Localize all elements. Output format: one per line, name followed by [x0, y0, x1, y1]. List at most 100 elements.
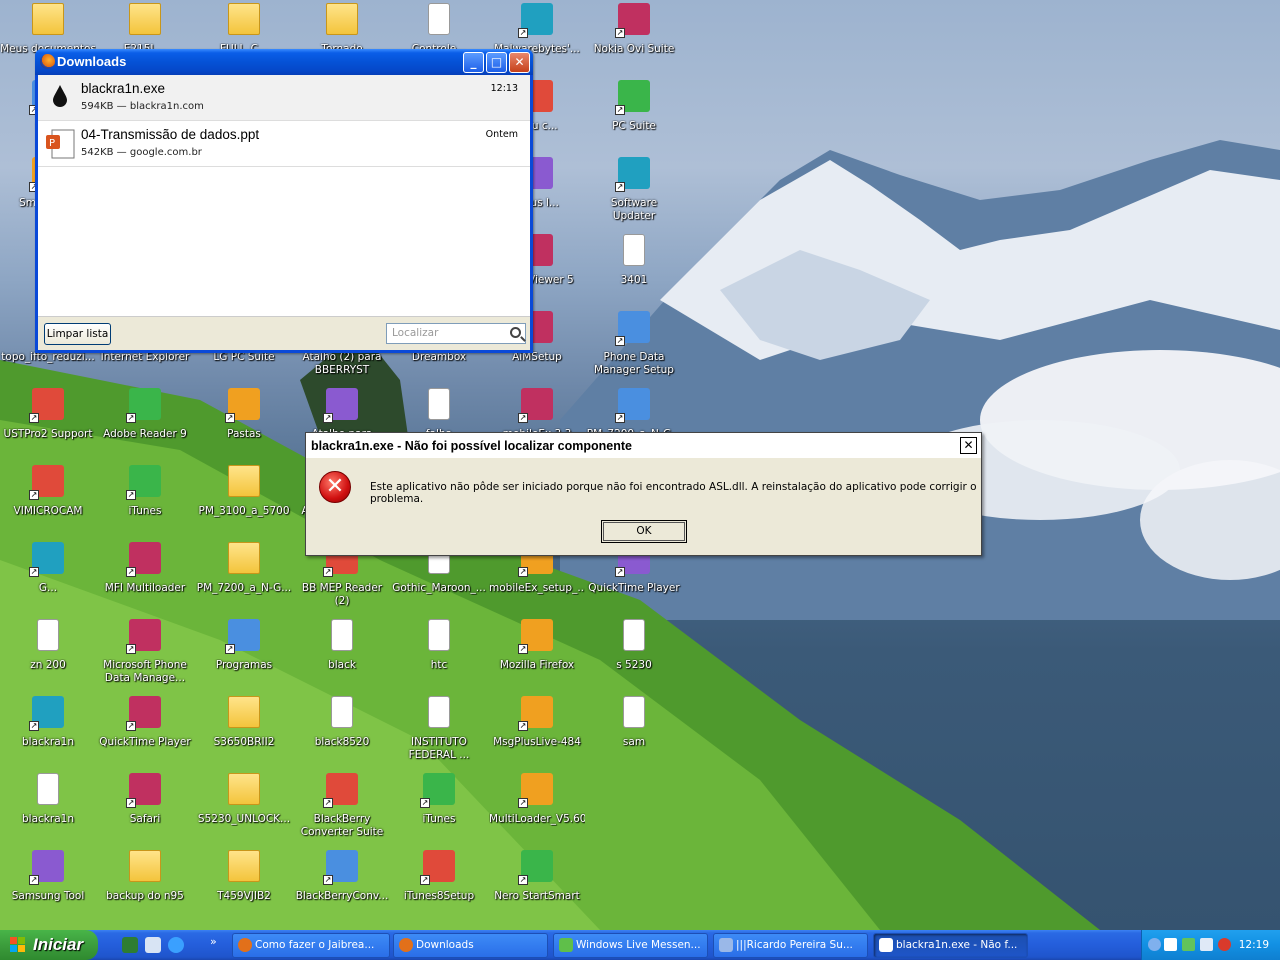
quicklaunch-messenger-icon[interactable]	[145, 937, 161, 953]
desktop-icon[interactable]: 3401	[586, 231, 682, 305]
ok-button[interactable]: OK	[601, 520, 687, 543]
document-icon	[428, 3, 450, 35]
tray-antivirus-icon[interactable]	[1218, 938, 1231, 951]
desktop-icon[interactable]: black8520	[294, 693, 390, 767]
desktop-icon[interactable]: ↗ Phone Data Manager Setup	[586, 308, 682, 382]
download-item[interactable]: P 04-Transmissão de dados.ppt 542KB — go…	[38, 121, 530, 167]
desktop-icon-label: black	[328, 659, 356, 671]
desktop-icon[interactable]: ↗ Programas	[196, 616, 292, 690]
download-name: 04-Transmissão de dados.ppt	[81, 127, 260, 142]
desktop-icon[interactable]: S3650BRII2	[196, 693, 292, 767]
error-dialog-titlebar[interactable]: blackra1n.exe - Não foi possível localiz…	[306, 433, 981, 459]
document-icon	[37, 773, 59, 805]
document-icon	[331, 696, 353, 728]
desktop-icon[interactable]: S5230_UNLOCK...	[196, 770, 292, 844]
desktop-icon[interactable]: ↗ iTunes8Setup	[391, 847, 487, 921]
tray-messenger-icon[interactable]	[1200, 938, 1213, 951]
desktop-icon[interactable]: ↗ MultiLoader_V5.60	[489, 770, 585, 844]
desktop-icon[interactable]: ↗ BlackBerryConv...	[294, 847, 390, 921]
task-button[interactable]: Windows Live Messen...	[553, 933, 708, 958]
desktop-icon[interactable]: ↗ MFI Multiloader	[97, 539, 193, 613]
quicklaunch-chevron-icon[interactable]: »	[210, 935, 217, 948]
desktop-icon[interactable]: ↗ QuickTime Player	[97, 693, 193, 767]
app-icon: ↗	[518, 3, 553, 38]
desktop-icon[interactable]: ↗ Nokia Ovi Suite	[586, 0, 682, 74]
desktop-icon[interactable]: blackra1n	[0, 770, 96, 844]
desktop-icon[interactable]: ↗ Microsoft Phone Data Manage...	[97, 616, 193, 690]
desktop-icon[interactable]: ↗ Software Updater	[586, 154, 682, 228]
desktop-icon[interactable]: zn 200	[0, 616, 96, 690]
desktop-icon[interactable]: s 5230	[586, 616, 682, 690]
clear-list-button[interactable]: Limpar lista	[44, 323, 111, 345]
start-button[interactable]: Iniciar	[0, 930, 98, 960]
desktop-icon[interactable]: ↗ iTunes	[97, 462, 193, 536]
desktop-icon[interactable]: ↗ iTunes	[391, 770, 487, 844]
document-icon	[428, 619, 450, 651]
close-icon[interactable]: ✕	[960, 437, 977, 454]
shortcut-arrow-icon: ↗	[126, 798, 136, 808]
desktop-icon[interactable]: backup do n95	[97, 847, 193, 921]
desktop-icon-label: Samsung Tool	[11, 890, 85, 902]
desktop-icon[interactable]: ↗ PC Suite	[586, 77, 682, 151]
desktop-icon[interactable]: ↗ Samsung Tool	[0, 847, 96, 921]
desktop-icon[interactable]: ↗ MsgPlusLive-484	[489, 693, 585, 767]
document-icon	[331, 619, 353, 651]
tray-network-icon[interactable]	[1182, 938, 1195, 951]
task-button[interactable]: |||Ricardo Pereira Su...	[713, 933, 868, 958]
shortcut-arrow-icon: ↗	[126, 413, 136, 423]
desktop-icon[interactable]: sam	[586, 693, 682, 767]
desktop-icon[interactable]: ↗ G...	[0, 539, 96, 613]
desktop-icon[interactable]: T459VJIB2	[196, 847, 292, 921]
minimize-button[interactable]: _	[463, 52, 484, 73]
quicklaunch-ie-icon[interactable]	[168, 937, 184, 953]
desktop-icon[interactable]: ↗ VIMICROCAM	[0, 462, 96, 536]
shortcut-arrow-icon: ↗	[126, 644, 136, 654]
desktop-icon-label: BlackBerry Converter Suite	[300, 813, 384, 838]
desktop-icon-label: T459VJIB2	[217, 890, 271, 902]
task-button[interactable]: Downloads	[393, 933, 548, 958]
desktop-icon[interactable]: ↗ Pastas	[196, 385, 292, 459]
tray-expand-icon[interactable]	[1148, 938, 1161, 951]
shortcut-arrow-icon: ↗	[518, 644, 528, 654]
task-button[interactable]: Como fazer o Jaibrea...	[232, 933, 390, 958]
desktop-icon[interactable]: INSTITUTO FEDERAL ...	[391, 693, 487, 767]
app-icon: ↗	[126, 696, 161, 731]
downloads-titlebar[interactable]: Downloads _ □ ✕	[35, 49, 533, 75]
desktop-icon[interactable]: black	[294, 616, 390, 690]
firefox-icon	[40, 54, 55, 69]
desktop-icon[interactable]: ↗ Mozilla Firefox	[489, 616, 585, 690]
desktop-icon[interactable]: ↗ BlackBerry Converter Suite	[294, 770, 390, 844]
desktop-icon[interactable]: ↗ Adobe Reader 9	[97, 385, 193, 459]
desktop-icon[interactable]: ↗ USTPro2 Support	[0, 385, 96, 459]
desktop-icon[interactable]: PM_7200_a_N-G...	[196, 539, 292, 613]
desktop-icon[interactable]: ↗ Safari	[97, 770, 193, 844]
tray-keyboard-icon[interactable]	[1164, 938, 1177, 951]
shortcut-arrow-icon: ↗	[518, 28, 528, 38]
desktop-icon[interactable]: ↗ blackra1n	[0, 693, 96, 767]
search-icon[interactable]	[510, 327, 521, 338]
app-icon: ↗	[615, 3, 650, 38]
clock: 12:19	[1238, 939, 1269, 951]
desktop-icon-label: Pastas	[227, 428, 261, 440]
app-icon: ↗	[225, 388, 260, 423]
download-item[interactable]: blackra1n.exe 594KB — blackra1n.com 12:1…	[38, 75, 530, 121]
search-input[interactable]: Localizar	[386, 323, 526, 344]
app-icon: ↗	[518, 696, 553, 731]
close-button[interactable]: ✕	[509, 52, 530, 73]
desktop-icon[interactable]: PM_3100_a_5700	[196, 462, 292, 536]
app-icon: ↗	[518, 619, 553, 654]
app-icon: ↗	[29, 542, 64, 577]
desktop-icon-label: S5230_UNLOCK...	[197, 813, 291, 825]
desktop-icon[interactable]: ↗ Nero StartSmart	[489, 847, 585, 921]
desktop-icon[interactable]: htc	[391, 616, 487, 690]
desktop-icon-label: htc	[430, 659, 448, 671]
desktop-icon-label: USTPro2 Support	[3, 428, 93, 440]
shortcut-arrow-icon: ↗	[29, 413, 39, 423]
maximize-button[interactable]: □	[486, 52, 507, 73]
system-tray: 12:19	[1141, 930, 1280, 960]
app-icon: ↗	[126, 465, 161, 500]
task-button[interactable]: blackra1n.exe - Não f...	[873, 933, 1028, 958]
quicklaunch-desktop-icon[interactable]	[122, 937, 138, 953]
folder-icon	[228, 696, 260, 728]
error-dialog: blackra1n.exe - Não foi possível localiz…	[305, 432, 982, 556]
